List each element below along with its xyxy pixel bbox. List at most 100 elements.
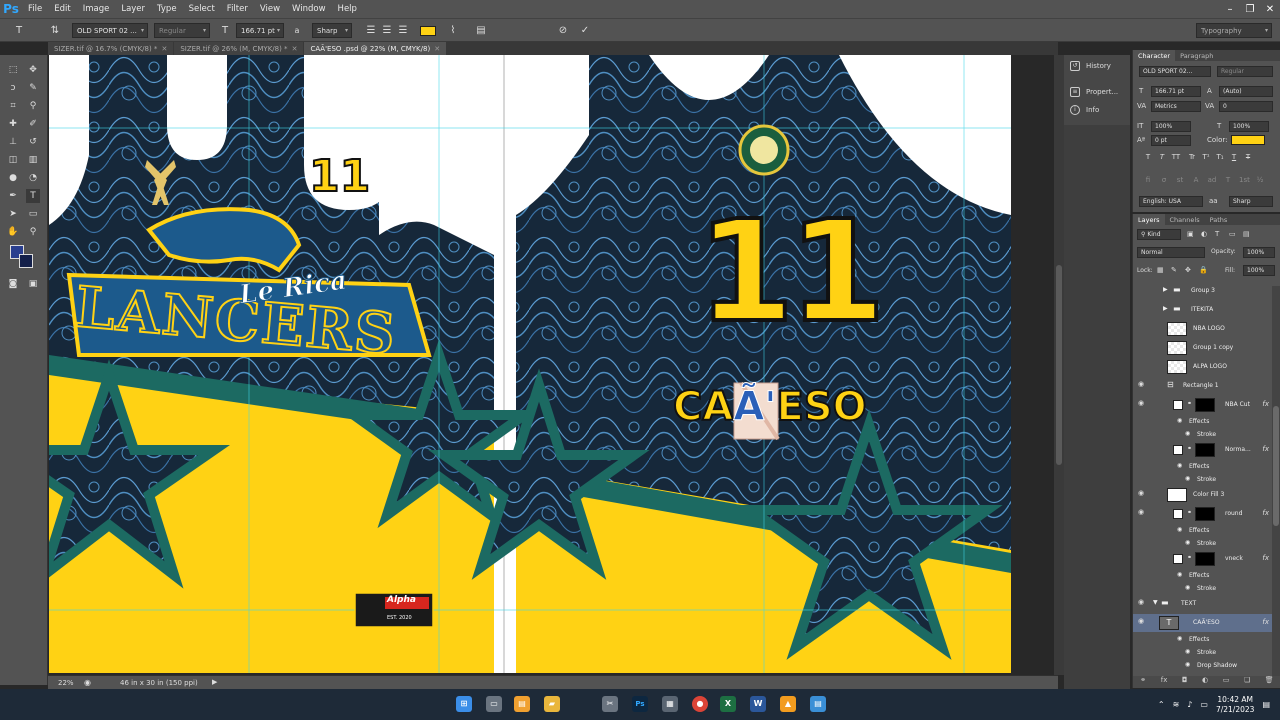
marquee-tool-icon[interactable]: ⬚ bbox=[6, 63, 20, 77]
layer-effect-row[interactable]: ◉ Effects bbox=[1133, 633, 1273, 645]
font-style-select[interactable]: Regular ▾ bbox=[154, 23, 210, 38]
align-left-icon[interactable]: ☰ bbox=[364, 24, 378, 38]
clock[interactable]: 10:42 AM 7/21/2023 bbox=[1216, 695, 1254, 715]
chrome-icon[interactable]: ● bbox=[692, 696, 708, 712]
pen-tool-icon[interactable]: ✒ bbox=[6, 189, 20, 203]
char-color-swatch[interactable] bbox=[1231, 135, 1265, 145]
char-vscale[interactable]: 100% bbox=[1151, 121, 1191, 132]
antialias-select[interactable]: Sharp ▾ bbox=[312, 23, 352, 38]
old-style-icon[interactable]: σ bbox=[1159, 176, 1169, 184]
photoshop-icon[interactable]: Ps bbox=[632, 696, 648, 712]
layer-row[interactable]: ◉ ⚭ NBA Cut fx bbox=[1133, 396, 1273, 414]
lasso-tool-icon[interactable]: ↄ bbox=[6, 81, 20, 95]
zoom-level[interactable]: 22% bbox=[58, 679, 74, 687]
char-size[interactable]: 166.71 pt bbox=[1151, 86, 1201, 97]
cancel-icon[interactable]: ⊘ bbox=[556, 24, 570, 38]
text-color-swatch[interactable] bbox=[420, 26, 436, 36]
trash-icon[interactable]: 🗑 bbox=[1265, 676, 1274, 688]
restore-button[interactable]: ❐ bbox=[1240, 0, 1260, 18]
workspace-select[interactable]: Typography ▾ bbox=[1196, 23, 1272, 38]
char-antialias[interactable]: Sharp bbox=[1229, 196, 1273, 207]
filter-adjust-icon[interactable]: ◐ bbox=[1201, 230, 1207, 238]
char-hscale[interactable]: 100% bbox=[1229, 121, 1269, 132]
snipping-icon[interactable]: ✂ bbox=[602, 696, 618, 712]
fractions-icon[interactable]: 1st bbox=[1239, 176, 1250, 184]
menu-file[interactable]: File bbox=[22, 4, 48, 14]
ordinals-icon[interactable]: T bbox=[1223, 176, 1233, 184]
tab-channels[interactable]: Channels bbox=[1165, 214, 1205, 225]
faux-italic-icon[interactable]: T bbox=[1157, 153, 1167, 161]
menu-type[interactable]: Type bbox=[151, 4, 183, 14]
zoom-tool-icon[interactable]: ⚲ bbox=[26, 225, 40, 239]
filter-smart-icon[interactable]: ▤ bbox=[1243, 230, 1250, 238]
layer-effect-row[interactable]: ◉ Stroke bbox=[1133, 646, 1273, 658]
gradient-tool-icon[interactable]: ▥ bbox=[26, 153, 40, 167]
tray-chevron-icon[interactable]: ⌃ bbox=[1158, 700, 1165, 709]
eye-icon[interactable]: ◉ bbox=[1138, 399, 1144, 407]
eye-icon[interactable]: ◉ bbox=[1138, 598, 1144, 606]
alternates-icon[interactable]: A bbox=[1191, 176, 1201, 184]
quick-mask-icon[interactable]: ◙ bbox=[6, 277, 20, 291]
type-tool-icon[interactable]: T bbox=[26, 189, 40, 203]
eyedropper-tool-icon[interactable]: ⚲ bbox=[26, 99, 40, 113]
fx-icon[interactable]: fx bbox=[1161, 676, 1168, 688]
layer-effect-row[interactable]: ◉ Effects bbox=[1133, 460, 1273, 472]
effect-eye-icon[interactable]: ◉ bbox=[1185, 648, 1190, 655]
panels-toggle-icon[interactable]: ▤ bbox=[474, 24, 488, 38]
fx-icon[interactable]: fx bbox=[1262, 509, 1269, 517]
layer-row[interactable]: ALPA LOGO bbox=[1133, 358, 1273, 376]
eye-icon[interactable]: ◉ bbox=[1138, 489, 1144, 497]
layer-row[interactable]: ◉ ⊟ Rectangle 1 bbox=[1133, 377, 1273, 395]
eye-icon[interactable]: ◉ bbox=[1138, 508, 1144, 516]
scrollbar-thumb[interactable] bbox=[1056, 265, 1062, 465]
status-menu-arrow-icon[interactable]: ▶ bbox=[212, 678, 217, 686]
expand-arrow-icon[interactable]: ▶ bbox=[1163, 286, 1168, 293]
small-caps-icon[interactable]: Tr bbox=[1187, 153, 1197, 161]
opacity-input[interactable]: 100% bbox=[1243, 247, 1275, 258]
strikethrough-icon[interactable]: T bbox=[1243, 153, 1253, 161]
wifi-icon[interactable]: ≋ bbox=[1173, 700, 1180, 709]
effect-eye-icon[interactable]: ◉ bbox=[1185, 584, 1190, 591]
crop-tool-icon[interactable]: ⌗ bbox=[6, 99, 20, 113]
menu-layer[interactable]: Layer bbox=[115, 4, 151, 14]
player-name-selected-text[interactable]: Ã' bbox=[733, 387, 777, 428]
link-icon[interactable]: ⚭ bbox=[1187, 509, 1192, 516]
vlc-icon[interactable]: ▲ bbox=[780, 696, 796, 712]
lock-image-icon[interactable]: ✎ bbox=[1171, 266, 1177, 274]
blend-mode-select[interactable]: Normal bbox=[1137, 247, 1205, 258]
superscript-icon[interactable]: T¹ bbox=[1201, 153, 1211, 161]
battery-icon[interactable]: ▭ bbox=[1200, 700, 1208, 709]
layer-effect-row[interactable]: ◉ Stroke bbox=[1133, 582, 1273, 594]
canvas-area[interactable]: 11 LANCERS Le Rica 11 CA Ã' ESO Alpha ES… bbox=[48, 55, 1058, 675]
layer-effect-row[interactable]: ◉ Effects bbox=[1133, 569, 1273, 581]
notification-icon[interactable]: ▤ bbox=[1262, 700, 1270, 709]
word-icon[interactable]: W bbox=[750, 696, 766, 712]
layers-scrollbar-thumb[interactable] bbox=[1273, 406, 1279, 526]
effect-eye-icon[interactable]: ◉ bbox=[1185, 661, 1190, 668]
subscript-icon[interactable]: T₁ bbox=[1215, 153, 1225, 161]
history-brush-tool-icon[interactable]: ↺ bbox=[26, 135, 40, 149]
swash-icon[interactable]: st bbox=[1175, 176, 1185, 184]
menu-help[interactable]: Help bbox=[332, 4, 363, 14]
filter-type-icon[interactable]: T bbox=[1215, 230, 1219, 238]
layer-row[interactable]: ◉ Color Fill 3 bbox=[1133, 486, 1273, 504]
close-icon[interactable]: ✕ bbox=[292, 45, 298, 53]
fx-icon[interactable]: fx bbox=[1262, 618, 1269, 626]
char-baseline[interactable]: 0 pt bbox=[1151, 135, 1191, 146]
align-right-icon[interactable]: ☰ bbox=[396, 24, 410, 38]
path-select-tool-icon[interactable]: ➤ bbox=[6, 207, 20, 221]
tab-caneso[interactable]: CAÃ'ESO .psd @ 22% (M, CMYK/8) ✕ bbox=[304, 42, 447, 55]
excel-icon[interactable]: X bbox=[720, 696, 736, 712]
layer-effect-row[interactable]: ◉ Stroke bbox=[1133, 537, 1273, 549]
fx-icon[interactable]: fx bbox=[1262, 400, 1269, 408]
layer-row[interactable]: NBA LOGO bbox=[1133, 320, 1273, 338]
tab-paths[interactable]: Paths bbox=[1205, 214, 1233, 225]
notepad-icon[interactable]: ▤ bbox=[810, 696, 826, 712]
close-icon[interactable]: ✕ bbox=[434, 45, 440, 53]
effects-eye-icon[interactable]: ◉ bbox=[1177, 462, 1182, 469]
tab-layers[interactable]: Layers bbox=[1133, 214, 1165, 225]
layer-row[interactable]: Group 1 copy bbox=[1133, 339, 1273, 357]
effects-eye-icon[interactable]: ◉ bbox=[1177, 571, 1182, 578]
menu-view[interactable]: View bbox=[254, 4, 286, 14]
task-view-icon[interactable]: ▭ bbox=[486, 696, 502, 712]
